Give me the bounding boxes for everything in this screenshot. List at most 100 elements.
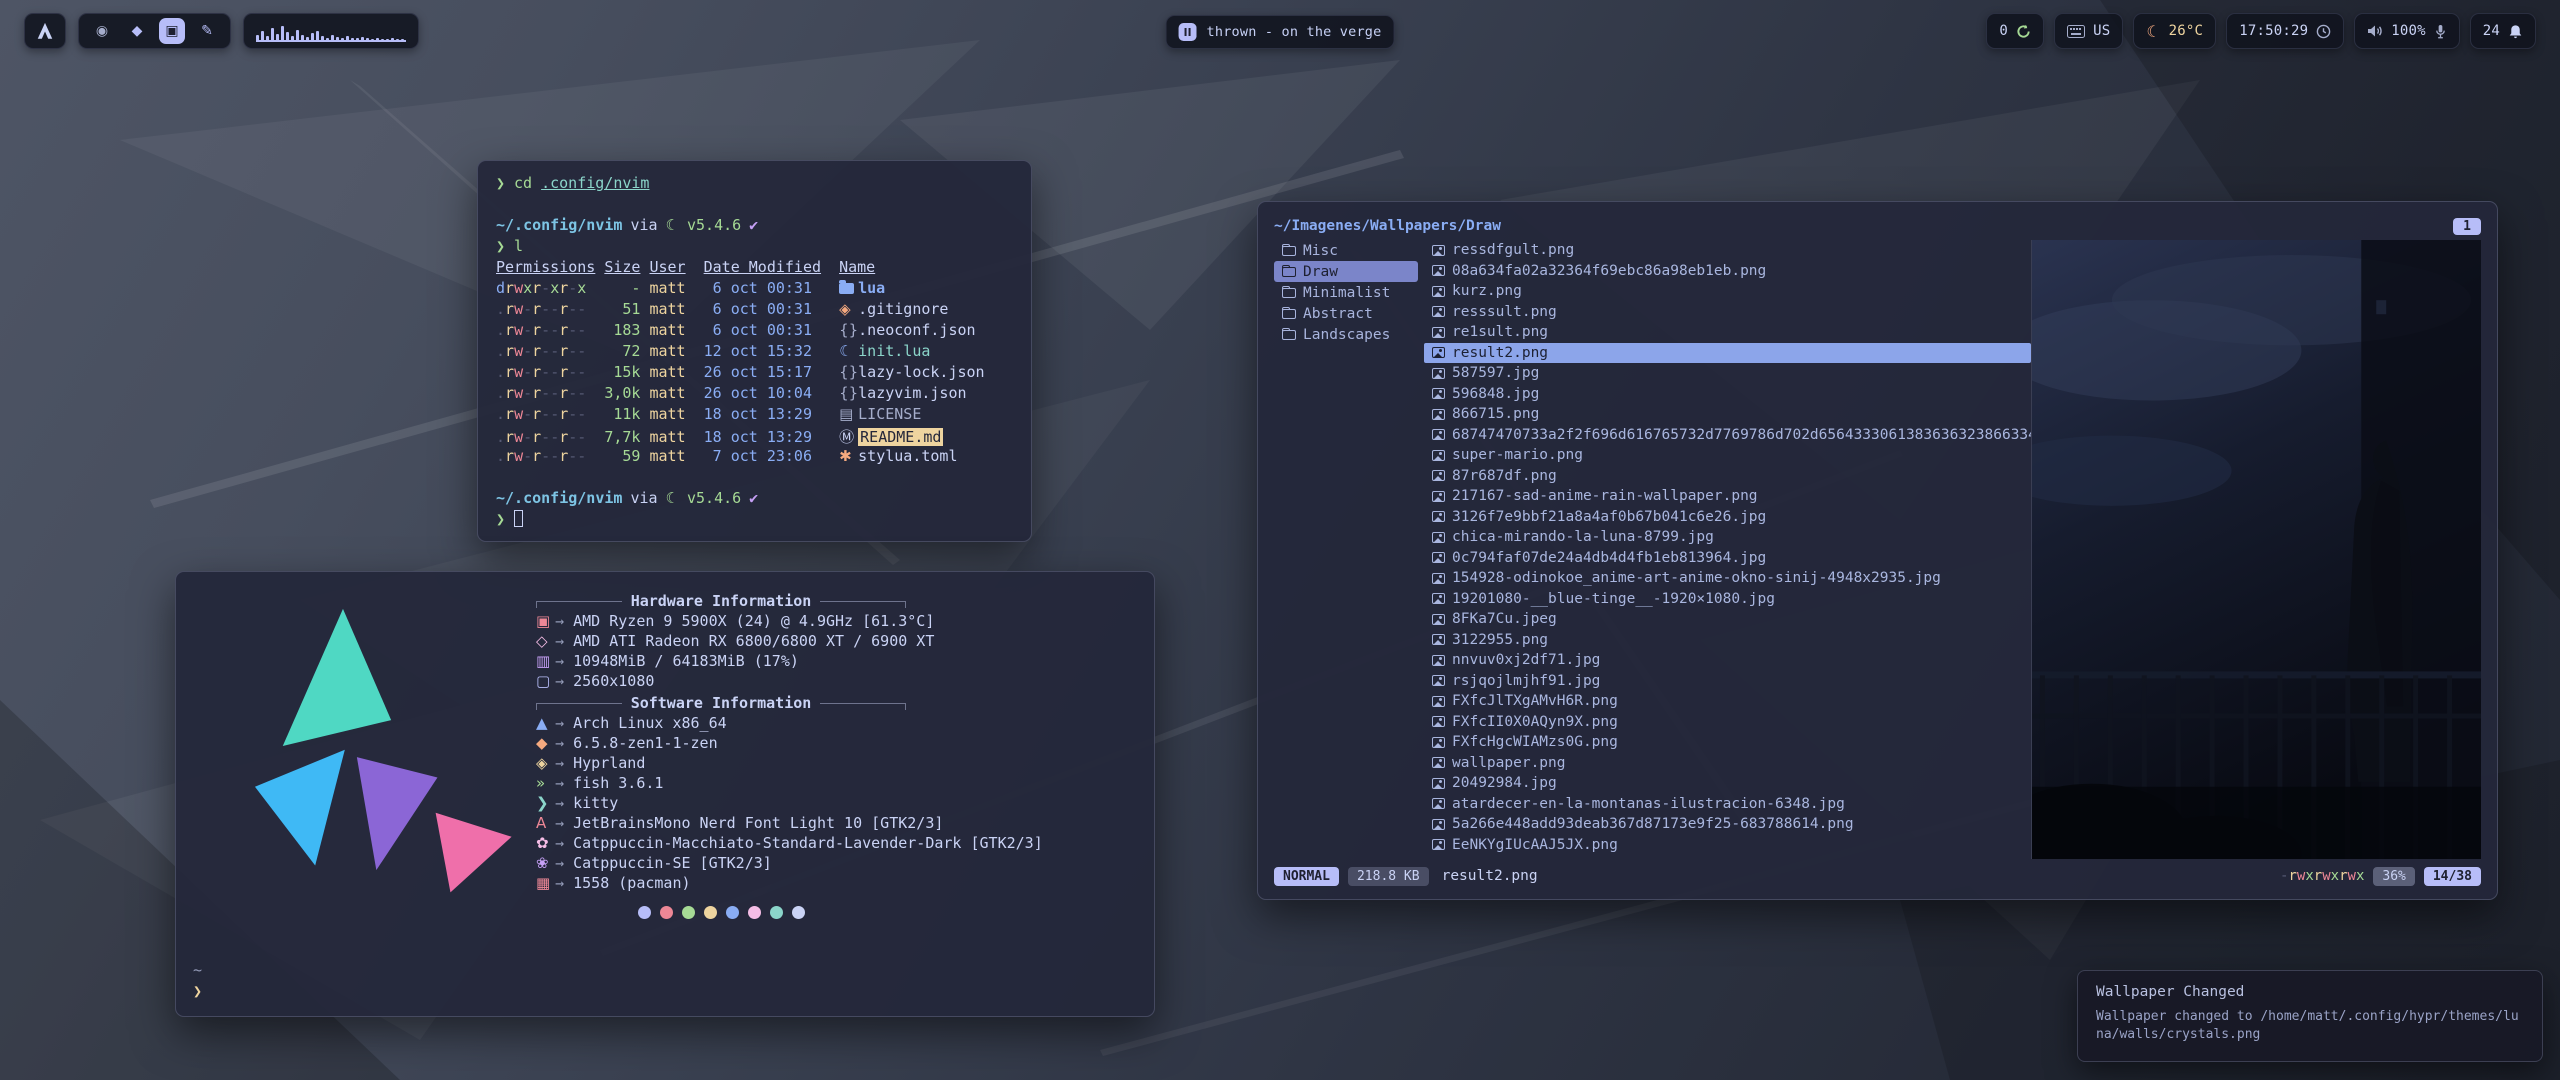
file-row[interactable]: ressdfgult.png bbox=[1424, 240, 2031, 261]
file-manager-window: ~/Imagenes/Wallpapers/Draw 1 MiscDrawMin… bbox=[1257, 201, 2498, 900]
file-name: 0c794faf07de24a4db4d4fb1eb813964.jpg bbox=[1452, 550, 1766, 566]
file-row[interactable]: 08a634fa02a32364f69ebc86a98eb1eb.png bbox=[1424, 261, 2031, 282]
visualizer-bar bbox=[266, 36, 269, 40]
image-file-icon bbox=[1432, 798, 1445, 809]
user-cell: matt bbox=[649, 342, 685, 360]
active-prompt-line[interactable]: ❯ bbox=[496, 510, 1013, 531]
sidebar-item-abstract[interactable]: Abstract bbox=[1274, 303, 1418, 324]
weather-module[interactable]: ☾ 26°C bbox=[2133, 13, 2216, 49]
file-row[interactable]: 87r687df.png bbox=[1424, 466, 2031, 487]
os-icon: ▲ bbox=[536, 714, 555, 732]
file-row[interactable]: 596848.jpg bbox=[1424, 384, 2031, 405]
file-row[interactable]: chica-mirando-la-luna-8799.jpg bbox=[1424, 527, 2031, 548]
fetch-prompt[interactable]: ~ ❯ bbox=[193, 960, 202, 1002]
file-row[interactable]: nnvuv0xj2df71.jpg bbox=[1424, 650, 2031, 671]
file-row[interactable]: 5a266e448add93deab367d87173e9f25-6837886… bbox=[1424, 814, 2031, 835]
workspace-chat-icon[interactable]: ◆ bbox=[124, 18, 150, 44]
launcher-button[interactable] bbox=[24, 13, 66, 49]
updates-count: 0 bbox=[1999, 23, 2008, 39]
file-row[interactable]: resssult.png bbox=[1424, 302, 2031, 323]
command-arg: .config/nvim bbox=[541, 174, 649, 192]
file-name: wallpaper.png bbox=[1452, 755, 1566, 771]
sidebar-item-misc[interactable]: Misc bbox=[1274, 240, 1418, 261]
file-row[interactable]: kurz.png bbox=[1424, 281, 2031, 302]
palette-dot bbox=[748, 906, 761, 919]
file-name: 19201080-__blue-tinge__-1920×1080.jpg bbox=[1452, 591, 1775, 607]
sidebar-item-minimalist[interactable]: Minimalist bbox=[1274, 282, 1418, 303]
file-row[interactable]: 8FKa7Cu.jpeg bbox=[1424, 609, 2031, 630]
file-manager-body: Misc Draw Minimalist Abstract Landscapes res… bbox=[1274, 240, 2481, 859]
name-cell: ⓂREADME.md bbox=[839, 428, 943, 446]
file-row[interactable]: FXfcHgcWIAMzs0G.png bbox=[1424, 732, 2031, 753]
lua-icon: ☾ bbox=[666, 216, 679, 234]
workspace-design-icon[interactable]: ✎ bbox=[194, 18, 220, 44]
notification-title: Wallpaper Changed bbox=[2096, 984, 2524, 1000]
arrow-icon: → bbox=[555, 754, 564, 772]
wm-line: ◈→Hyprland bbox=[536, 754, 1136, 774]
updates-module[interactable]: 0 bbox=[1986, 13, 2044, 49]
permissions-cell: .rw-r--r-- bbox=[496, 384, 586, 402]
image-file-icon bbox=[1432, 573, 1445, 584]
arrow-icon: → bbox=[555, 612, 564, 630]
visualizer-bar bbox=[271, 28, 274, 40]
folder-name: Landscapes bbox=[1303, 327, 1390, 343]
file-row[interactable]: 866715.png bbox=[1424, 404, 2031, 425]
file-row[interactable]: 68747470733a2f2f696d616765732d7769786d70… bbox=[1424, 425, 2031, 446]
tab-badge[interactable]: 1 bbox=[2453, 218, 2481, 235]
wm-value: Hyprland bbox=[573, 754, 645, 772]
listing-row: .rw-r--r--7,7kmatt18 oct 13:29ⓂREADME.md bbox=[496, 426, 1013, 447]
listing-row: .rw-r--r--59matt 7 oct 23:06✱stylua.toml bbox=[496, 447, 1013, 468]
visualizer-bar bbox=[391, 38, 394, 40]
folder-pane: Misc Draw Minimalist Abstract Landscapes bbox=[1274, 240, 1424, 859]
folder-icon bbox=[839, 283, 854, 294]
file-row[interactable]: 587597.jpg bbox=[1424, 363, 2031, 384]
listing-row: .rw-r--r--15kmatt26 oct 15:17{}lazy-lock… bbox=[496, 363, 1013, 384]
file-row[interactable]: 217167-sad-anime-rain-wallpaper.png bbox=[1424, 486, 2031, 507]
media-player-module[interactable]: thrown - on the verge bbox=[1166, 15, 1395, 49]
file-row[interactable]: EeNKYgIUcAAJ5JX.png bbox=[1424, 835, 2031, 856]
permissions-cell: .rw-r--r-- bbox=[496, 447, 586, 465]
file-row[interactable]: FXfcJlTXgAMvH6R.png bbox=[1424, 691, 2031, 712]
git-icon: ◈ bbox=[839, 300, 858, 318]
packages-icon: ▦ bbox=[536, 874, 555, 892]
file-row[interactable]: super-mario.png bbox=[1424, 445, 2031, 466]
file-row[interactable]: result2.png bbox=[1424, 343, 2031, 364]
clock-module[interactable]: 17:50:29 bbox=[2226, 13, 2344, 49]
date-cell: 6 oct 00:31 bbox=[704, 279, 821, 297]
notification-popup[interactable]: Wallpaper Changed Wallpaper changed to /… bbox=[2077, 970, 2543, 1062]
header-name: Name bbox=[839, 258, 875, 276]
gpu-icon: ◇ bbox=[536, 632, 555, 650]
file-row[interactable]: 19201080-__blue-tinge__-1920×1080.jpg bbox=[1424, 589, 2031, 610]
file-row[interactable]: 3126f7e9bbf21a8a4af0b67b041c6e26.jpg bbox=[1424, 507, 2031, 528]
folder-name: Draw bbox=[1303, 264, 1338, 280]
date-cell: 18 oct 13:29 bbox=[704, 405, 821, 423]
file-row[interactable]: 0c794faf07de24a4db4d4fb1eb813964.jpg bbox=[1424, 548, 2031, 569]
date-cell: 7 oct 23:06 bbox=[704, 447, 821, 465]
file-row[interactable]: FXfcII0X0AQyn9X.png bbox=[1424, 712, 2031, 733]
file-name: 87r687df.png bbox=[1452, 468, 1557, 484]
folder-icon bbox=[1282, 309, 1296, 319]
sidebar-item-landscapes[interactable]: Landscapes bbox=[1274, 324, 1418, 345]
folder-name: Abstract bbox=[1303, 306, 1373, 322]
kernel-icon: ◆ bbox=[536, 734, 555, 752]
file-row[interactable]: 3122955.png bbox=[1424, 630, 2031, 651]
file-row[interactable]: re1sult.png bbox=[1424, 322, 2031, 343]
keyboard-layout-module[interactable]: US bbox=[2054, 13, 2123, 49]
image-file-icon bbox=[1432, 327, 1445, 338]
file-name: 3122955.png bbox=[1452, 632, 1548, 648]
sidebar-item-draw[interactable]: Draw bbox=[1274, 261, 1418, 282]
volume-module[interactable]: 100% bbox=[2354, 13, 2460, 49]
listing-row: .rw-r--r--51matt 6 oct 00:31◈.gitignore bbox=[496, 300, 1013, 321]
arrow-icon: → bbox=[555, 632, 564, 650]
file-row[interactable]: atardecer-en-la-montanas-ilustracion-634… bbox=[1424, 794, 2031, 815]
os-value: Arch Linux x86_64 bbox=[573, 714, 727, 732]
workspace-files-icon[interactable]: ▣ bbox=[159, 18, 185, 44]
file-row[interactable]: 20492984.jpg bbox=[1424, 773, 2031, 794]
file-row[interactable]: 154928-odinokoe_anime-art-anime-okno-sin… bbox=[1424, 568, 2031, 589]
file-row[interactable]: rsjqojlmjhf91.jpg bbox=[1424, 671, 2031, 692]
file-row[interactable]: wallpaper.png bbox=[1424, 753, 2031, 774]
size-cell: 11k bbox=[595, 405, 640, 423]
image-file-icon bbox=[1432, 532, 1445, 543]
notifications-module[interactable]: 24 bbox=[2470, 13, 2536, 49]
workspace-browser-icon[interactable]: ◉ bbox=[89, 18, 115, 44]
